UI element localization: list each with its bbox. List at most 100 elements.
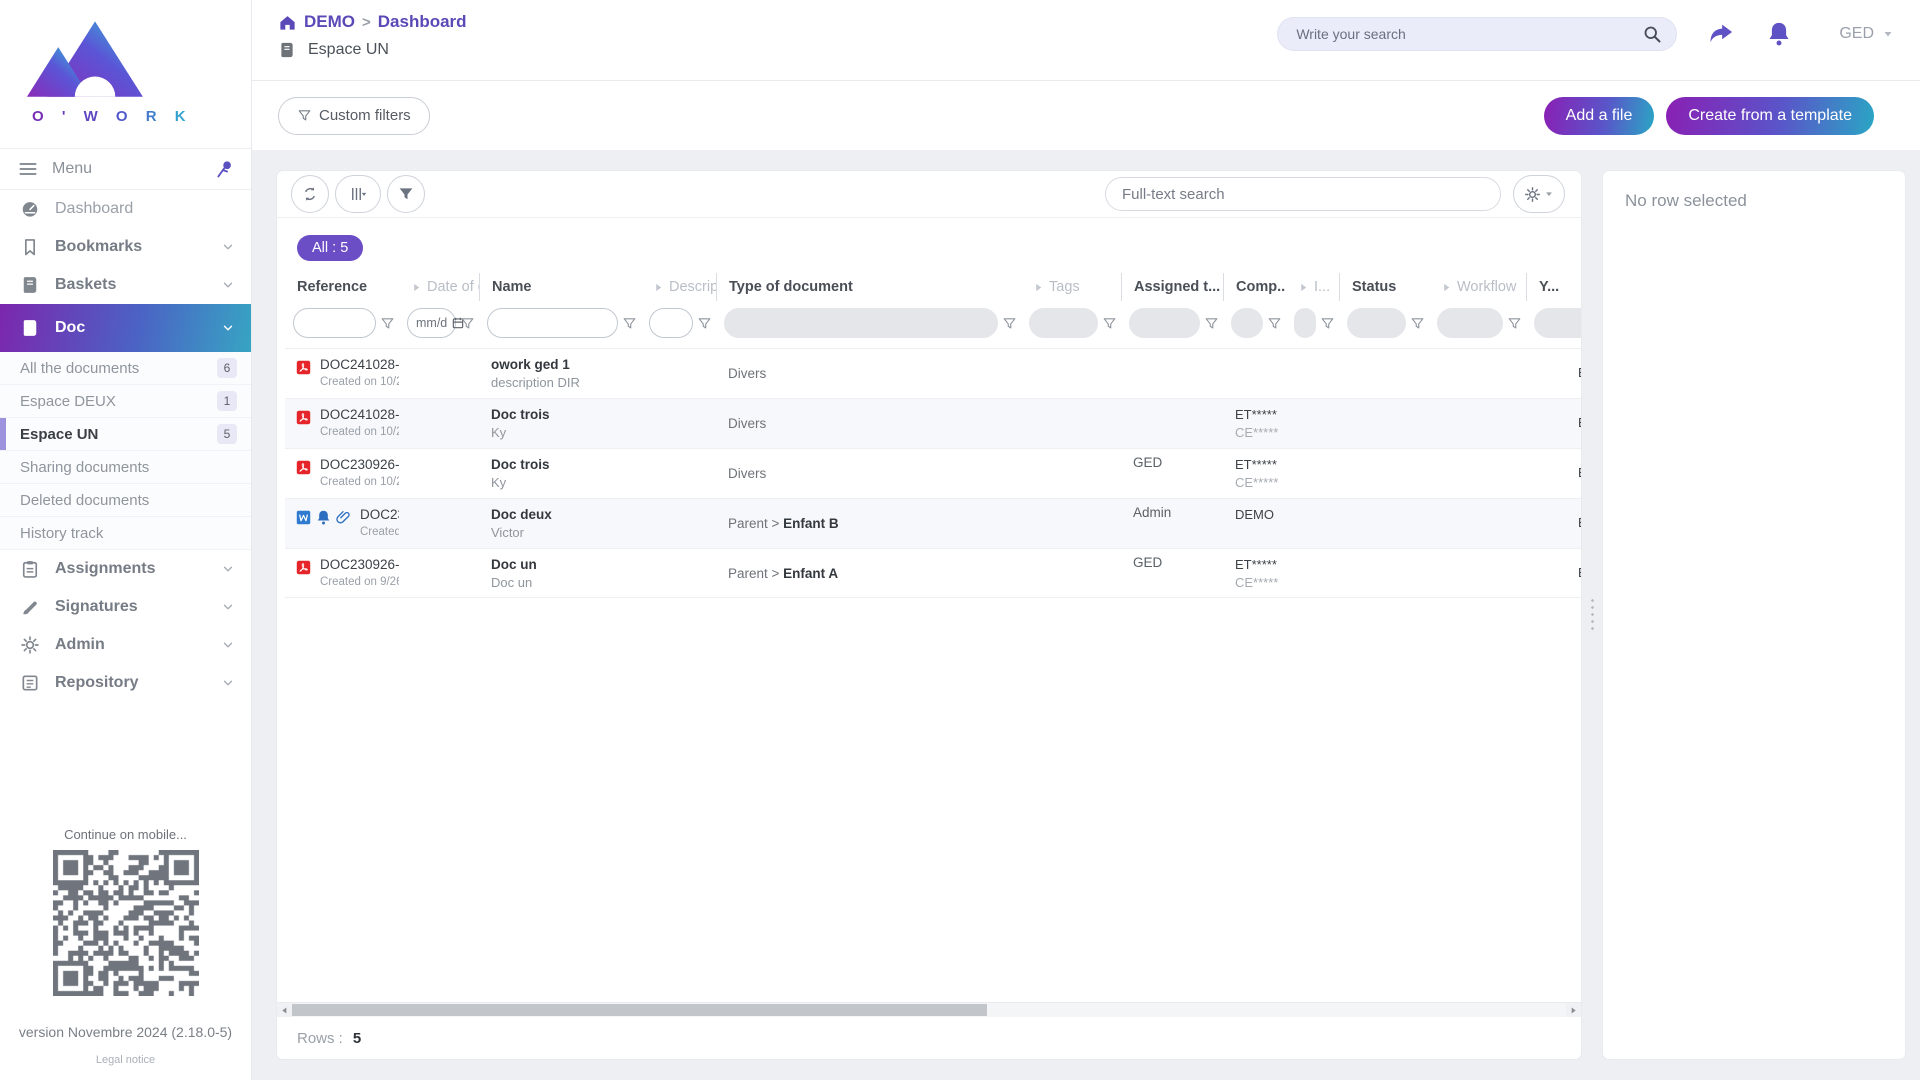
tri-right-icon[interactable] [1441,282,1452,293]
sidebar-subitem-all-the-documents[interactable]: All the documents6 [0,352,251,385]
funnel-icon[interactable] [1320,316,1335,331]
sidebar-item-admin[interactable]: Admin [0,626,251,664]
funnel-icon[interactable] [622,316,637,331]
document-row[interactable]: DOC241028-01627-0Created on 10/28/2024 1… [285,398,1581,448]
document-reference[interactable]: DOC241028-01627-0 [320,407,399,422]
drag-handle-icon[interactable] [1589,597,1596,633]
column-header-name[interactable]: Name [479,273,641,301]
select-filter-input[interactable] [1129,308,1200,338]
scroll-left-arrow[interactable] [277,1003,292,1017]
document-reference[interactable]: DOC230926-01608-0 [320,557,399,572]
funnel-icon[interactable] [460,316,475,331]
funnel-icon[interactable] [380,316,395,331]
scrollbar-track[interactable] [292,1003,1566,1017]
text-filter-input[interactable] [649,308,693,338]
chevron-down-icon [221,638,235,652]
sidebar-subitem-sharing-documents[interactable]: Sharing documents [0,451,251,484]
tri-right-icon[interactable] [653,282,664,293]
sidebar-item-signatures[interactable]: Signatures [0,588,251,626]
funnel-icon[interactable] [1204,316,1219,331]
home-icon[interactable] [278,13,297,32]
global-search-input[interactable] [1296,26,1642,42]
funnel-icon[interactable] [697,316,712,331]
columns-button[interactable] [335,175,381,213]
text-filter-input[interactable] [293,308,376,338]
all-tab-chip[interactable]: All : 5 [297,235,363,261]
column-header-i[interactable]: I... [1286,273,1339,301]
share-icon[interactable] [1707,20,1735,48]
custom-filters-button[interactable]: Custom filters [278,97,430,135]
funnel-icon[interactable] [1002,316,1017,331]
funnel-icon[interactable] [1267,316,1282,331]
scroll-right-arrow[interactable] [1566,1003,1581,1017]
document-reference[interactable]: DOC230926-01610-3 [320,457,399,472]
menu-toggle[interactable]: Menu [0,148,251,190]
sidebar-item-baskets[interactable]: Baskets [0,266,251,304]
select-filter-input[interactable] [1029,308,1098,338]
global-search[interactable] [1277,17,1677,51]
legal-notice-link[interactable]: Legal notice [96,1054,155,1066]
select-filter-input[interactable] [1294,308,1316,338]
breadcrumb-root[interactable]: DEMO [304,12,355,32]
sidebar-item-doc[interactable]: Doc [0,304,251,352]
funnel-icon[interactable] [1102,316,1117,331]
create-template-button[interactable]: Create from a template [1666,97,1874,135]
bell-icon[interactable] [1765,20,1793,48]
column-header-date-of-cr[interactable]: Date of cr... [399,273,479,301]
clipped-cell: E [1526,449,1581,498]
document-row[interactable]: DOC230926-01609-0Created on 9/26/2023 3:… [285,498,1581,548]
pin-icon[interactable] [215,159,235,179]
column-header-reference[interactable]: Reference [285,273,399,301]
sidebar-subitem-espace-deux[interactable]: Espace DEUX1 [0,385,251,418]
column-header-workflow[interactable]: Workflow [1429,273,1526,301]
document-reference[interactable]: DOC230926-01609-0 [360,507,399,522]
column-header-type-of-document[interactable]: Type of document [716,273,1021,301]
horizontal-scrollbar[interactable] [277,1002,1581,1017]
column-header-status[interactable]: Status [1339,273,1429,301]
filter-button[interactable] [387,175,425,213]
document-row[interactable]: DOC230926-01610-3Created on 10/28/2024 1… [285,448,1581,498]
type-cell: Parent > Enfant B [716,499,1021,548]
pdf-icon [295,459,312,476]
select-filter-input[interactable] [1347,308,1406,338]
list-icon [20,673,40,693]
fulltext-search-input[interactable] [1105,177,1501,211]
filter-icon [397,185,415,203]
scrollbar-thumb[interactable] [292,1004,987,1016]
funnel-icon[interactable] [1507,316,1522,331]
select-filter-input[interactable] [724,308,998,338]
search-icon[interactable] [1642,24,1662,44]
document-row[interactable]: DOC241028-01636-0Created on 10/28/2024 1… [285,348,1581,398]
sidebar-item-dashboard[interactable]: Dashboard [0,190,251,228]
document-reference[interactable]: DOC241028-01636-0 [320,357,399,372]
tri-right-icon[interactable] [1298,282,1309,293]
document-row[interactable]: DOC230926-01608-0Created on 9/26/2023 3:… [285,548,1581,598]
sidebar-item-repository[interactable]: Repository [0,664,251,702]
panel-resizer[interactable] [1582,170,1602,1060]
sidebar-item-assignments[interactable]: Assignments [0,550,251,588]
select-filter-input[interactable] [1231,308,1263,338]
tri-right-icon[interactable] [411,282,422,293]
user-menu[interactable]: GED [1839,25,1894,43]
tri-right-icon[interactable] [1033,282,1044,293]
sidebar-item-bookmarks[interactable]: Bookmarks [0,228,251,266]
column-header-comp[interactable]: Comp... [1223,273,1286,301]
date-filter-input[interactable]: mm/d [407,308,456,338]
add-file-button[interactable]: Add a file [1544,97,1655,135]
page-subtitle: Espace UN [308,41,389,59]
document-subtitle: description DIR [491,375,635,390]
sidebar-subitem-history-track[interactable]: History track [0,517,251,550]
table-settings-button[interactable] [1513,175,1565,213]
refresh-button[interactable] [291,175,329,213]
column-header-description[interactable]: Description [641,273,716,301]
column-header-tags[interactable]: Tags [1021,273,1121,301]
funnel-icon[interactable] [1410,316,1425,331]
column-header-y[interactable]: Y... [1526,273,1581,301]
sidebar-subitem-deleted-documents[interactable]: Deleted documents [0,484,251,517]
breadcrumb-current[interactable]: Dashboard [378,12,467,32]
text-filter-input[interactable] [487,308,618,338]
sidebar-subitem-espace-un[interactable]: Espace UN5 [0,418,251,451]
select-filter-input[interactable] [1534,308,1581,338]
select-filter-input[interactable] [1437,308,1503,338]
column-header-assigned-t[interactable]: Assigned t... [1121,273,1223,301]
